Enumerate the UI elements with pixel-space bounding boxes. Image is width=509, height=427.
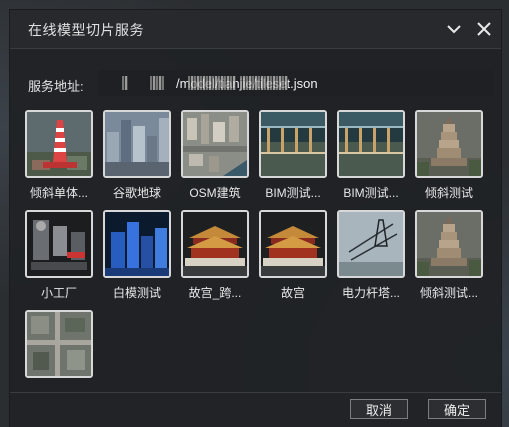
service-thumbnail — [337, 110, 405, 178]
service-tile[interactable]: 白模测试 — [98, 210, 176, 301]
service-tile[interactable]: BIM测试... — [332, 110, 410, 201]
service-thumbnail — [181, 110, 249, 178]
service-label: BIM测试... — [265, 186, 321, 200]
service-thumbnail — [259, 110, 327, 178]
service-tile[interactable]: OSM建筑 — [176, 110, 254, 201]
service-tile[interactable]: 故宫 — [254, 210, 332, 301]
close-icon[interactable] — [474, 19, 494, 39]
service-tile[interactable] — [20, 310, 98, 378]
dialog-footer: 取消 确定 — [10, 392, 501, 427]
service-tile[interactable]: 电力杆塔... — [332, 210, 410, 301]
service-label: 倾斜测试... — [419, 286, 478, 300]
dialog-title: 在线模型切片服务 — [28, 22, 144, 38]
service-label: 倾斜单体... — [29, 186, 88, 200]
service-tile[interactable]: 倾斜测试... — [410, 210, 488, 301]
address-label: 服务地址: — [28, 79, 84, 94]
service-tile[interactable]: BIM测试... — [254, 110, 332, 201]
redacted-text — [122, 76, 128, 90]
service-tile[interactable]: 倾斜单体... — [20, 110, 98, 201]
service-tile[interactable]: 故宫_跨... — [176, 210, 254, 301]
service-label: 电力杆塔... — [341, 286, 400, 300]
tileset-service-dialog: 在线模型切片服务 服务地址: 倾斜单体... 谷歌地球 OSM建筑 BIM测试... B… — [10, 10, 501, 427]
service-tile[interactable]: 小工厂 — [20, 210, 98, 301]
address-row: 服务地址: — [28, 70, 493, 96]
service-label: 小工厂 — [40, 286, 77, 300]
service-thumbnail — [415, 110, 483, 178]
service-grid: 倾斜单体... 谷歌地球 OSM建筑 BIM测试... BIM测试... 倾斜测试小工厂 白… — [20, 110, 490, 390]
service-label: 故宫_跨... — [188, 286, 242, 300]
service-label: 故宫 — [280, 286, 305, 300]
service-thumbnail — [25, 210, 93, 278]
service-thumbnail — [25, 110, 93, 178]
service-thumbnail — [259, 210, 327, 278]
redacted-text — [240, 76, 288, 90]
service-tile[interactable]: 倾斜测试 — [410, 110, 488, 201]
service-thumbnail — [337, 210, 405, 278]
service-label: 谷歌地球 — [112, 186, 161, 200]
service-thumbnail — [103, 110, 171, 178]
confirm-button[interactable]: 确定 — [428, 399, 486, 419]
service-thumbnail — [25, 310, 93, 378]
service-tile[interactable]: 谷歌地球 — [98, 110, 176, 201]
service-label: BIM测试... — [343, 186, 399, 200]
service-label: 倾斜测试 — [424, 186, 473, 200]
chevron-down-icon[interactable] — [444, 19, 464, 39]
service-label: 白模测试 — [112, 286, 161, 300]
service-label: OSM建筑 — [189, 186, 241, 200]
service-thumbnail — [181, 210, 249, 278]
redacted-text — [188, 76, 236, 90]
service-thumbnail — [415, 210, 483, 278]
dialog-titlebar: 在线模型切片服务 — [10, 10, 501, 49]
redacted-text — [150, 76, 164, 90]
cancel-button[interactable]: 取消 — [350, 399, 408, 419]
service-thumbnail — [103, 210, 171, 278]
